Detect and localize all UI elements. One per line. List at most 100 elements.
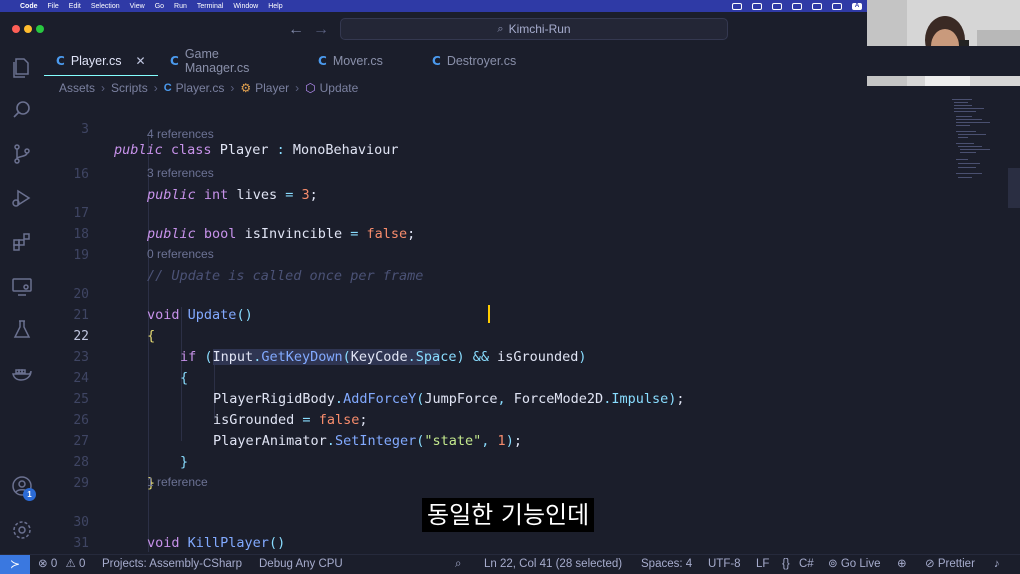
encoding[interactable]: UTF-8 (708, 555, 741, 574)
language-mode[interactable]: C# (799, 555, 814, 574)
tab-mover-cs[interactable]: C Mover.cs (298, 46, 420, 76)
tab-label: Player.cs (70, 53, 122, 68)
minimap-line (958, 177, 972, 178)
settings-gear-icon[interactable] (10, 518, 34, 542)
copilot-icon[interactable]: ⊕ (897, 555, 907, 574)
menu-go[interactable]: Go (155, 3, 164, 10)
prettier-label: Prettier (937, 558, 975, 570)
menu-window[interactable]: Window (233, 3, 258, 10)
display-icon[interactable] (752, 2, 762, 10)
codelens-references[interactable]: 3 references (147, 165, 214, 181)
csharp-file-icon: C (163, 82, 172, 94)
code-line: 18 (44, 203, 89, 242)
breadcrumb-class[interactable]: Player (255, 81, 289, 95)
codelens-references[interactable]: 0 references (147, 246, 214, 262)
menu-help[interactable]: Help (268, 3, 282, 10)
code-line: 17 public bool isInvincible = false; (44, 182, 415, 242)
command-center-search[interactable]: ⌕ Kimchi-Run (340, 18, 728, 40)
code-text: { (180, 370, 189, 386)
workspace-name: Kimchi-Run (508, 22, 571, 36)
codelens-references[interactable]: 1 reference (147, 474, 208, 490)
minimap-line (954, 102, 968, 103)
tab-game-manager-cs[interactable]: C Game Manager.cs (158, 46, 298, 76)
minimap-line (958, 146, 982, 147)
code-text: public class Player : MonoBehaviour (114, 142, 399, 158)
breadcrumb-assets[interactable]: Assets (59, 81, 95, 95)
input-source-icon[interactable]: A (852, 2, 862, 10)
project-indicator[interactable]: Projects: Assembly-CSharp (102, 555, 242, 574)
menu-view[interactable]: View (130, 3, 145, 10)
docker-icon[interactable] (10, 362, 34, 386)
warning-icon: ⚠ (65, 558, 76, 570)
run-debug-icon[interactable] (10, 186, 34, 210)
vertical-scrollbar[interactable] (1008, 168, 1020, 208)
breadcrumb-method[interactable]: Update (320, 81, 359, 95)
minimap[interactable] (950, 97, 1008, 554)
back-arrow-icon[interactable]: ← (288, 21, 304, 39)
debug-config[interactable]: Debug Any CPU (259, 555, 343, 574)
tab-player-cs[interactable]: C Player.cs ✕ (44, 46, 158, 76)
warning-count: 0 (78, 558, 86, 570)
code-editor[interactable]: 3 public class Player : MonoBehaviour 4 … (44, 97, 950, 572)
close-window-button[interactable] (12, 25, 20, 33)
indentation[interactable]: Spaces: 4 (641, 555, 692, 574)
cursor-position[interactable]: Ln 22, Col 41 (28 selected) (484, 555, 622, 574)
braces-icon[interactable]: {} (782, 555, 790, 574)
csharp-file-icon: C (432, 54, 441, 68)
forward-arrow-icon[interactable]: → (313, 21, 329, 39)
explorer-icon[interactable] (10, 56, 34, 80)
source-control-icon[interactable] (10, 142, 34, 166)
editor-tabs: C Player.cs ✕ C Game Manager.cs C Mover.… (44, 46, 1020, 76)
minimap-line (956, 119, 982, 120)
menu-file[interactable]: File (48, 3, 59, 10)
testing-icon[interactable] (10, 318, 34, 342)
problems-indicator[interactable]: ⊗ 0 ⚠ 0 (38, 555, 85, 574)
minimap-line (960, 152, 976, 153)
chevron-right-icon: › (101, 81, 106, 95)
volume-icon[interactable] (812, 2, 822, 10)
code-line: 3 public class Player : MonoBehaviour (44, 98, 398, 158)
breadcrumb-file[interactable]: Player.cs (176, 81, 225, 95)
code-line: 16 public int lives = 3; (44, 143, 317, 203)
code-line: 31 { (44, 512, 155, 572)
menu-edit[interactable]: Edit (69, 3, 81, 10)
codelens-references[interactable]: 4 references (147, 126, 214, 142)
csharp-file-icon: C (56, 53, 65, 68)
extensions-icon[interactable] (10, 230, 34, 254)
remote-explorer-icon[interactable] (10, 274, 34, 298)
menu-app-code[interactable]: Code (20, 3, 38, 10)
code-text: PlayerRigidBody.AddForceY(JumpForce, For… (213, 391, 685, 407)
code-line: 26 PlayerAnimator.SetInteger("state", 1)… (44, 389, 522, 449)
code-line: 20 void Update() (44, 263, 252, 323)
cloud-icon[interactable] (772, 2, 782, 10)
code-text: PlayerAnimator.SetInteger("state", 1); (213, 433, 522, 449)
minimize-window-button[interactable] (24, 25, 32, 33)
code-text: public bool isInvincible = false; (147, 226, 416, 242)
end-of-line[interactable]: LF (756, 555, 769, 574)
menu-terminal[interactable]: Terminal (197, 3, 223, 10)
remote-indicator-icon[interactable]: ≻ (0, 555, 30, 574)
method-icon: ⬡ (305, 81, 316, 95)
zoom-icon[interactable]: ⌕ (455, 555, 461, 574)
minimap-line (956, 143, 974, 144)
code-text: public int lives = 3; (147, 187, 318, 203)
text-cursor (488, 305, 490, 323)
notifications-bell-icon[interactable]: ♪ (994, 555, 1000, 574)
minimap-line (958, 134, 986, 135)
menu-selection[interactable]: Selection (91, 3, 120, 10)
maximize-window-button[interactable] (36, 25, 44, 33)
code-line: 25 isGrounded = false; (44, 368, 367, 428)
close-icon[interactable]: ✕ (136, 54, 146, 68)
search-sidebar-icon[interactable] (10, 98, 34, 122)
wifi-icon[interactable] (792, 2, 802, 10)
breadcrumb-scripts[interactable]: Scripts (111, 81, 148, 95)
screen-record-icon[interactable] (732, 2, 742, 10)
bluetooth-icon[interactable] (832, 2, 842, 10)
code-line: 21 { (44, 284, 155, 344)
go-live-button[interactable]: ⊚ Go Live (828, 555, 880, 574)
code-text: void Update() (147, 307, 253, 323)
code-line: 23 { (44, 326, 188, 386)
prettier-button[interactable]: ⊘ Prettier (925, 555, 975, 574)
menu-run[interactable]: Run (174, 3, 187, 10)
tab-destroyer-cs[interactable]: C Destroyer.cs (420, 46, 550, 76)
